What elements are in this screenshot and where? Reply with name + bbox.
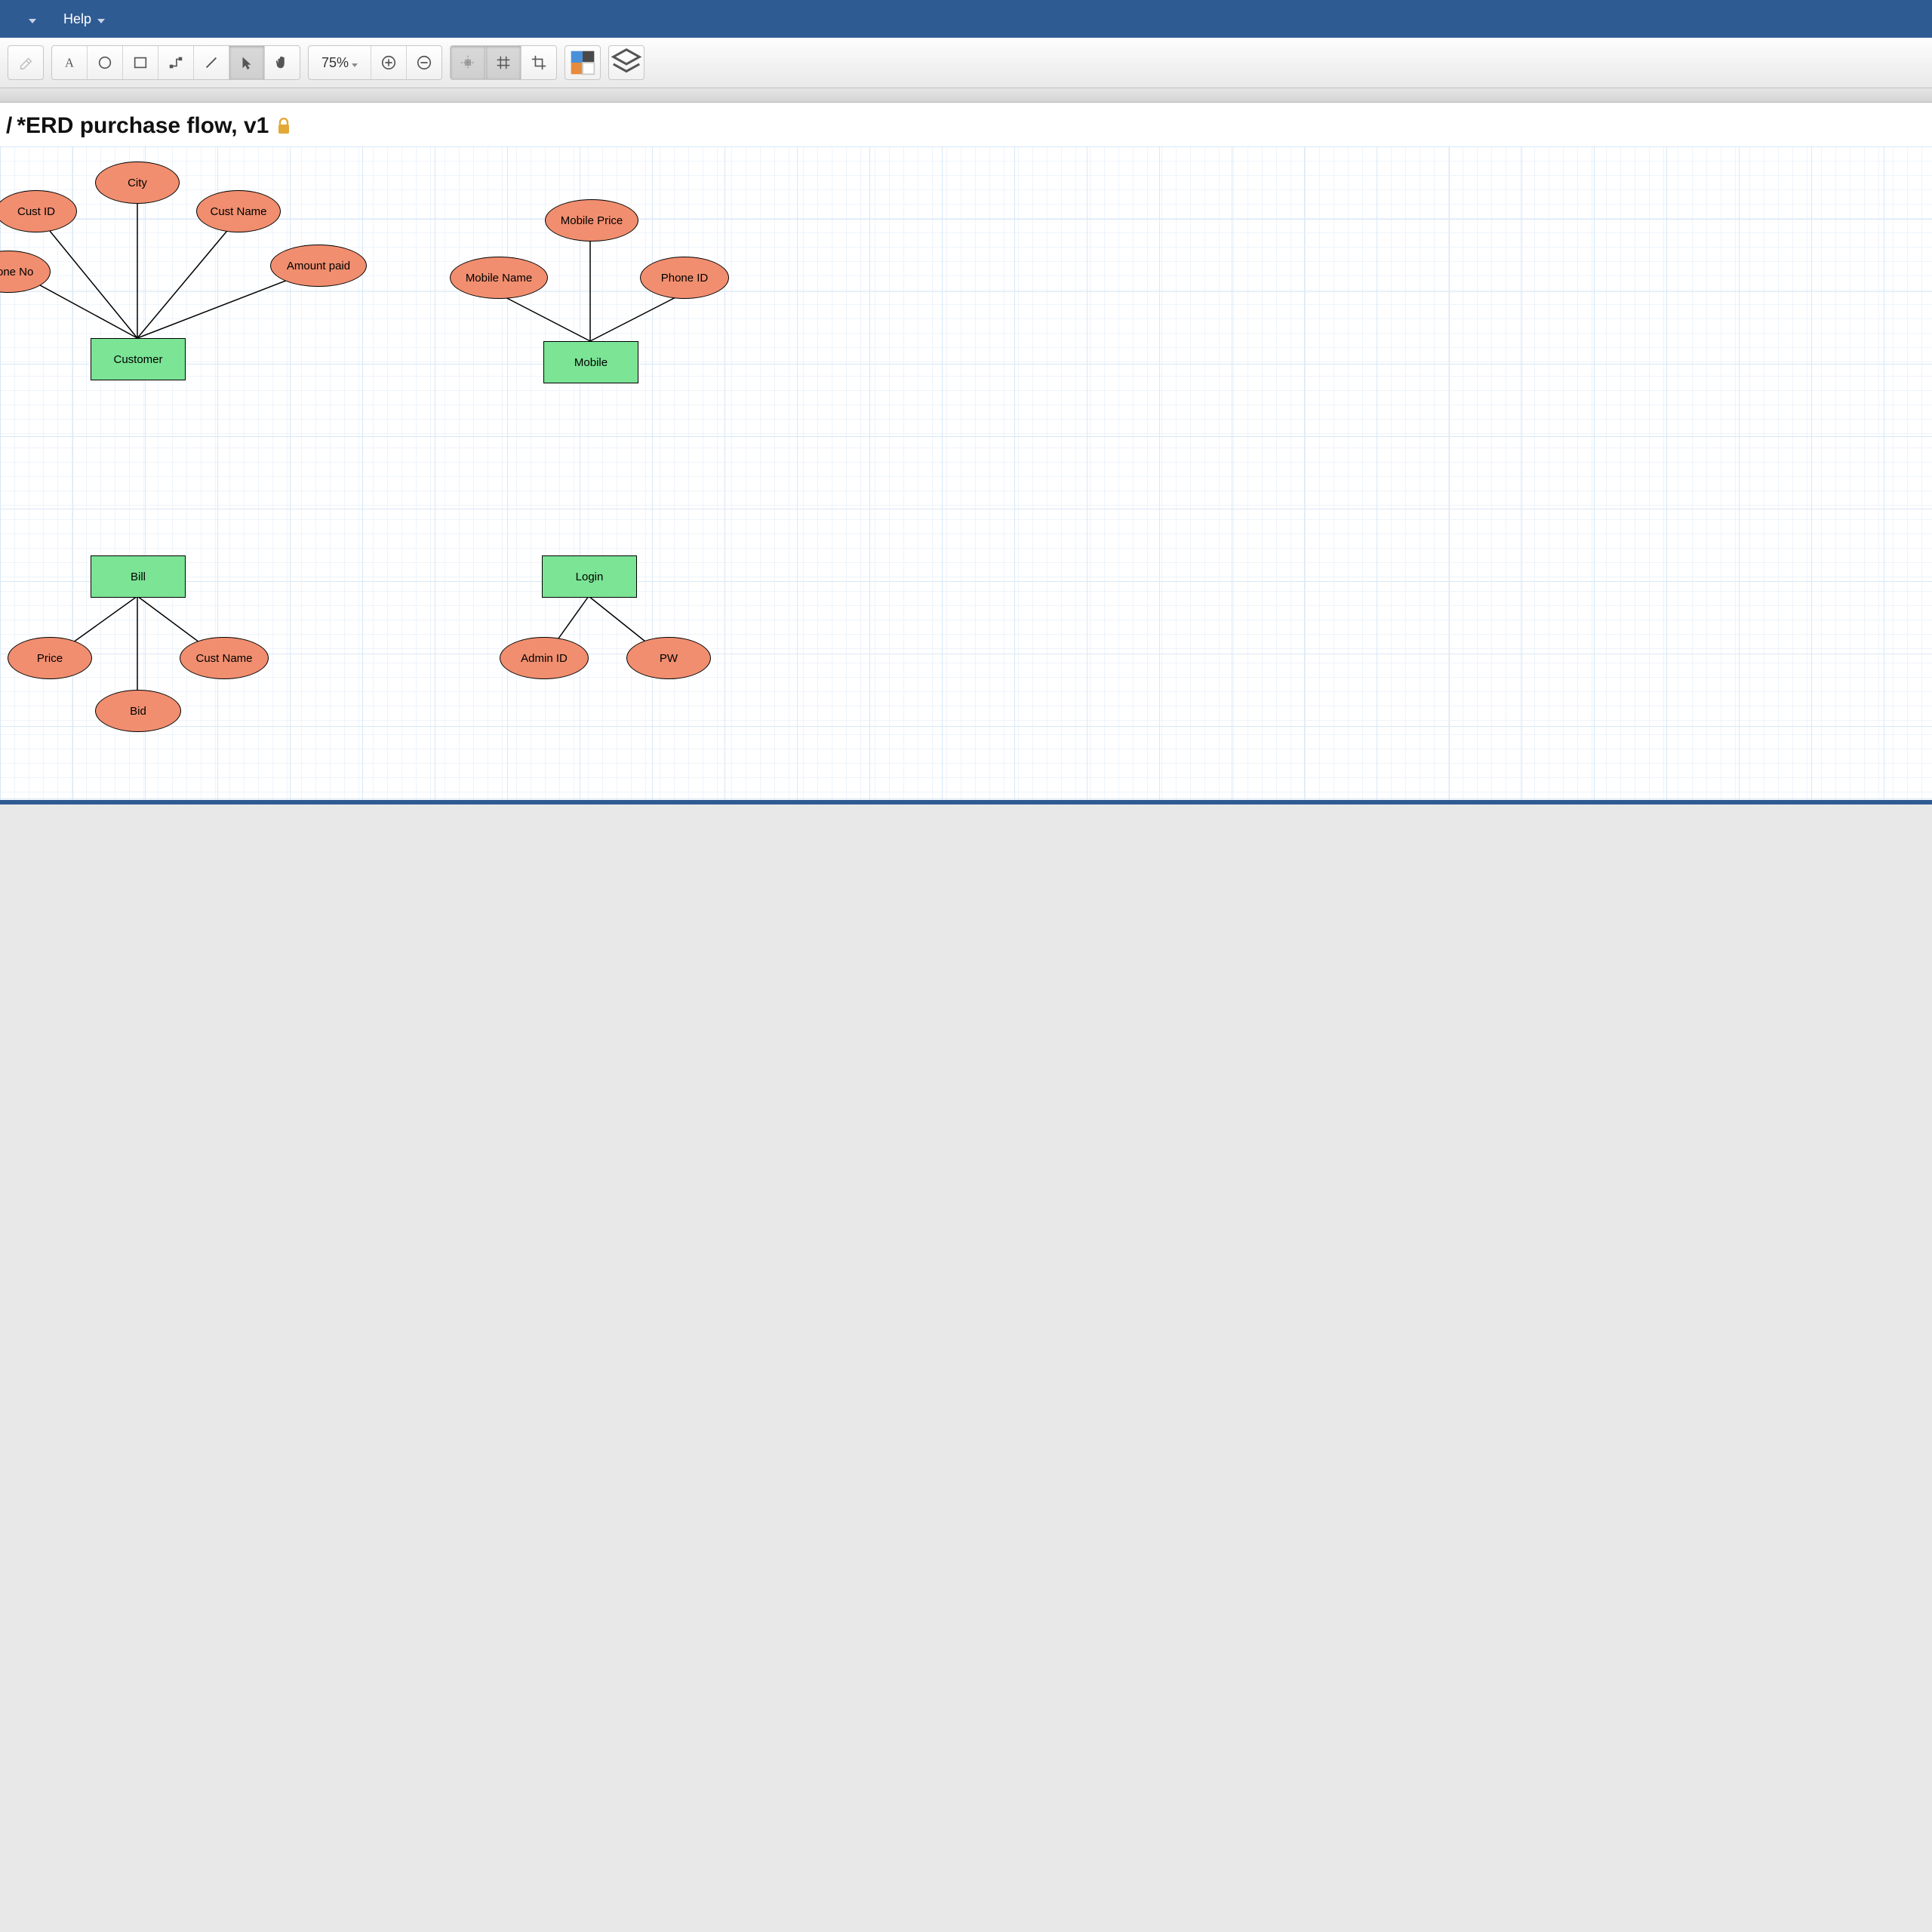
entity-mobile[interactable]: Mobile	[543, 341, 638, 383]
paint-format-button	[8, 46, 43, 79]
pan-tool-button[interactable]	[265, 46, 300, 79]
select-tool-button[interactable]	[229, 46, 265, 79]
attribute-bill-cust-name[interactable]: Cust Name	[180, 637, 269, 679]
layers-button[interactable]	[608, 45, 645, 80]
attribute-cust-name[interactable]: Cust Name	[196, 190, 281, 232]
entity-login[interactable]: Login	[542, 555, 637, 598]
attribute-label: Phone No	[0, 266, 33, 278]
diagram-canvas[interactable]: Customer Phone No Cust ID City Cust Name…	[0, 146, 1932, 804]
chevron-down-icon	[97, 11, 105, 27]
toolbar: A 75%	[0, 38, 1932, 88]
attribute-label: Cust Name	[195, 652, 252, 665]
attribute-label: Mobile Name	[466, 272, 532, 285]
svg-text:A: A	[65, 56, 74, 70]
tool-group-shapes: A	[51, 45, 300, 80]
zoom-in-button[interactable]	[371, 46, 407, 79]
chevron-down-icon	[352, 55, 358, 71]
attribute-price[interactable]: Price	[8, 637, 92, 679]
document-header: / *ERD purchase flow, v1	[0, 103, 1932, 146]
attribute-mobile-name[interactable]: Mobile Name	[450, 257, 548, 299]
attribute-label: Price	[37, 652, 63, 665]
attribute-city[interactable]: City	[95, 162, 180, 204]
lock-icon	[276, 118, 291, 134]
entity-label: Mobile	[574, 356, 608, 369]
attribute-bid[interactable]: Bid	[95, 690, 181, 732]
attribute-label: Cust Name	[210, 205, 266, 218]
status-bar	[0, 800, 1932, 804]
toolbar-shelf	[0, 88, 1932, 103]
zoom-level-label: 75%	[321, 55, 349, 71]
attribute-pw[interactable]: PW	[626, 637, 711, 679]
zoom-out-button[interactable]	[407, 46, 441, 79]
snap-to-object-button[interactable]	[451, 46, 486, 79]
attribute-phone-id[interactable]: Phone ID	[640, 257, 729, 299]
attribute-label: Amount paid	[287, 260, 350, 272]
snap-to-grid-button[interactable]	[486, 46, 521, 79]
text-tool-button[interactable]: A	[52, 46, 88, 79]
color-palette-button[interactable]	[565, 45, 601, 80]
attribute-amount-paid[interactable]: Amount paid	[270, 245, 367, 287]
attribute-label: Phone ID	[661, 272, 709, 285]
ellipse-tool-button[interactable]	[88, 46, 123, 79]
attribute-admin-id[interactable]: Admin ID	[500, 637, 589, 679]
breadcrumb-slash: /	[6, 113, 12, 139]
entity-label: Customer	[113, 353, 162, 366]
tool-group-snap	[450, 45, 557, 80]
chevron-down-icon	[29, 11, 36, 27]
connector-tool-button[interactable]	[158, 46, 194, 79]
tool-group-paint	[8, 45, 44, 80]
zoom-level-dropdown[interactable]: 75%	[309, 46, 371, 79]
entity-label: Bill	[131, 571, 146, 583]
attribute-mobile-price[interactable]: Mobile Price	[545, 199, 638, 242]
entity-label: Login	[576, 571, 604, 583]
menubar: Help	[0, 0, 1932, 38]
entity-customer[interactable]: Customer	[91, 338, 186, 380]
line-tool-button[interactable]	[194, 46, 229, 79]
document-title[interactable]: *ERD purchase flow, v1	[17, 113, 269, 139]
menu-label-help: Help	[63, 11, 91, 27]
rectangle-tool-button[interactable]	[123, 46, 158, 79]
attribute-label: City	[128, 177, 147, 189]
entity-bill[interactable]: Bill	[91, 555, 186, 598]
attribute-label: Mobile Price	[561, 214, 623, 227]
attribute-label: Cust ID	[17, 205, 55, 218]
tool-group-zoom: 75%	[308, 45, 442, 80]
menu-item-truncated[interactable]	[9, 0, 50, 38]
attribute-label: Bid	[130, 705, 146, 718]
attribute-label: Admin ID	[521, 652, 568, 665]
crop-button[interactable]	[521, 46, 556, 79]
connector-layer	[0, 146, 1932, 804]
attribute-label: PW	[660, 652, 678, 665]
menu-item-help[interactable]: Help	[50, 0, 118, 38]
